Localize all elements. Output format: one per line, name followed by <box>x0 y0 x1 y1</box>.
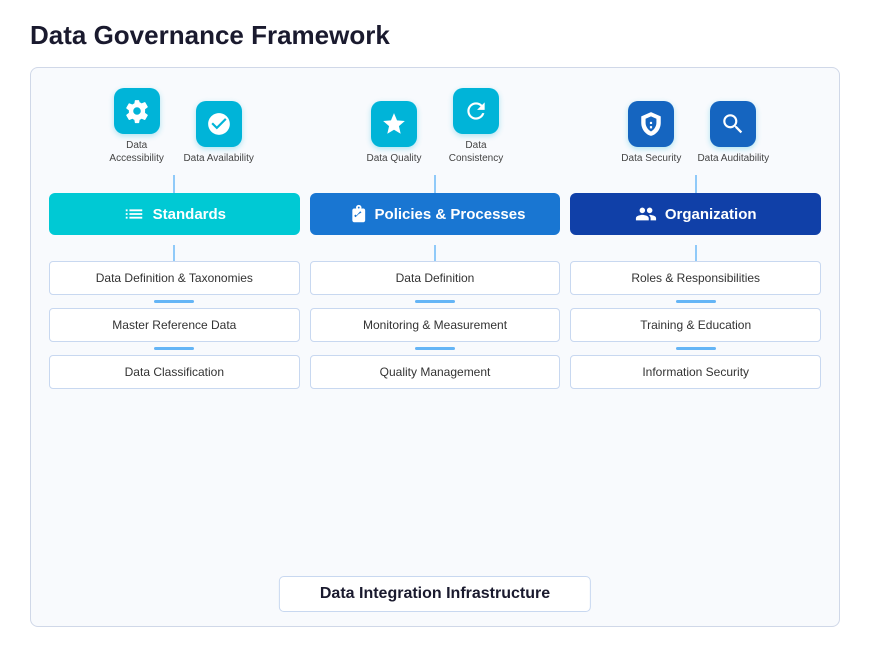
category-policies-label: Policies & Processes <box>375 206 526 223</box>
categories-row: Standards Policies & Processes Organizat… <box>49 193 821 235</box>
star-icon <box>381 111 407 137</box>
icon-group-col3: Data Security Data Auditability <box>564 88 821 165</box>
icon-card-availability: Data Availability <box>183 101 255 165</box>
icon-accessibility-circle <box>114 88 160 134</box>
icon-group-quality-consistency: Data Quality Data Consistency <box>358 88 512 165</box>
separator-1a <box>154 300 194 303</box>
refresh-icon <box>463 98 489 124</box>
separator-2a <box>415 300 455 303</box>
items-section: Data Definition & Taxonomies Master Refe… <box>49 245 821 389</box>
gear-icon <box>124 98 150 124</box>
icons-row: Data Accessibility Data Availability <box>49 88 821 165</box>
item-data-definition: Data Definition <box>310 261 561 295</box>
separator-3a <box>676 300 716 303</box>
items-col1-inner: Data Definition & Taxonomies Master Refe… <box>49 261 300 389</box>
item-label-info-security: Information Security <box>642 365 749 379</box>
connector-col2 <box>310 175 561 193</box>
item-label-quality-mgmt: Quality Management <box>380 365 491 379</box>
items-col-1: Data Definition & Taxonomies Master Refe… <box>49 245 300 389</box>
shield-icon <box>638 111 664 137</box>
item-roles-responsibilities: Roles & Responsibilities <box>570 261 821 295</box>
item-quality-management: Quality Management <box>310 355 561 389</box>
separator-2b <box>415 347 455 350</box>
bottom-bar: Data Integration Infrastructure <box>279 576 591 612</box>
category-organization-label: Organization <box>665 206 757 223</box>
category-standards: Standards <box>49 193 300 235</box>
icon-quality-circle <box>371 101 417 147</box>
icon-card-auditability: Data Auditability <box>697 101 769 165</box>
item-label-training: Training & Education <box>640 318 751 332</box>
separator-3b <box>676 347 716 350</box>
icon-label-quality: Data Quality <box>366 152 421 165</box>
list-icon <box>123 203 145 225</box>
items-col-2: Data Definition Monitoring & Measurement… <box>310 245 561 389</box>
item-label-roles: Roles & Responsibilities <box>631 271 760 285</box>
icon-card-quality: Data Quality <box>358 101 430 165</box>
connector-line-2 <box>434 175 436 193</box>
icon-card-accessibility: Data Accessibility <box>101 88 173 165</box>
icon-security-circle <box>628 101 674 147</box>
page-title: Data Governance Framework <box>30 20 840 51</box>
page: Data Governance Framework Data Accessibi… <box>0 0 870 653</box>
category-organization: Organization <box>570 193 821 235</box>
item-data-definition-taxonomies: Data Definition & Taxonomies <box>49 261 300 295</box>
category-standards-label: Standards <box>153 206 226 223</box>
icon-card-consistency: Data Consistency <box>440 88 512 165</box>
icon-availability-circle <box>196 101 242 147</box>
check-circle-icon <box>206 111 232 137</box>
top-connectors <box>49 175 821 193</box>
item-label-def-taxonomies: Data Definition & Taxonomies <box>96 271 253 285</box>
icon-label-security: Data Security <box>621 152 681 165</box>
framework-box: Data Accessibility Data Availability <box>30 67 840 627</box>
item-monitoring-measurement: Monitoring & Measurement <box>310 308 561 342</box>
separator-1b <box>154 347 194 350</box>
organization-icon <box>635 203 657 225</box>
icon-card-security: Data Security <box>615 101 687 165</box>
bottom-bar-label: Data Integration Infrastructure <box>320 585 550 602</box>
icon-group-security-auditability: Data Security Data Auditability <box>615 88 769 165</box>
items-col2-inner: Data Definition Monitoring & Measurement… <box>310 261 561 389</box>
item-information-security: Information Security <box>570 355 821 389</box>
item-training-education: Training & Education <box>570 308 821 342</box>
icon-group-col2: Data Quality Data Consistency <box>306 88 563 165</box>
connector-line-3 <box>695 175 697 193</box>
item-label-master-ref: Master Reference Data <box>112 318 236 332</box>
col2-connector-top <box>434 245 436 261</box>
item-label-data-def: Data Definition <box>396 271 475 285</box>
icon-auditability-circle <box>710 101 756 147</box>
col3-connector-top <box>695 245 697 261</box>
connector-col1 <box>49 175 300 193</box>
item-label-monitoring: Monitoring & Measurement <box>363 318 507 332</box>
item-data-classification: Data Classification <box>49 355 300 389</box>
items-col3-inner: Roles & Responsibilities Training & Educ… <box>570 261 821 389</box>
icon-label-availability: Data Availability <box>183 152 253 165</box>
items-col-3: Roles & Responsibilities Training & Educ… <box>570 245 821 389</box>
icon-label-auditability: Data Auditability <box>697 152 769 165</box>
item-master-reference-data: Master Reference Data <box>49 308 300 342</box>
item-label-data-class: Data Classification <box>125 365 224 379</box>
icon-label-consistency: Data Consistency <box>440 139 512 165</box>
col1-connector-top <box>173 245 175 261</box>
policy-icon <box>345 203 367 225</box>
category-policies: Policies & Processes <box>310 193 561 235</box>
connector-col3 <box>570 175 821 193</box>
icon-consistency-circle <box>453 88 499 134</box>
icon-label-accessibility: Data Accessibility <box>101 139 173 165</box>
search-icon <box>720 111 746 137</box>
icon-group-col1: Data Accessibility Data Availability <box>49 88 306 165</box>
connector-line-1 <box>173 175 175 193</box>
icon-group-accessibility-availability: Data Accessibility Data Availability <box>101 88 255 165</box>
